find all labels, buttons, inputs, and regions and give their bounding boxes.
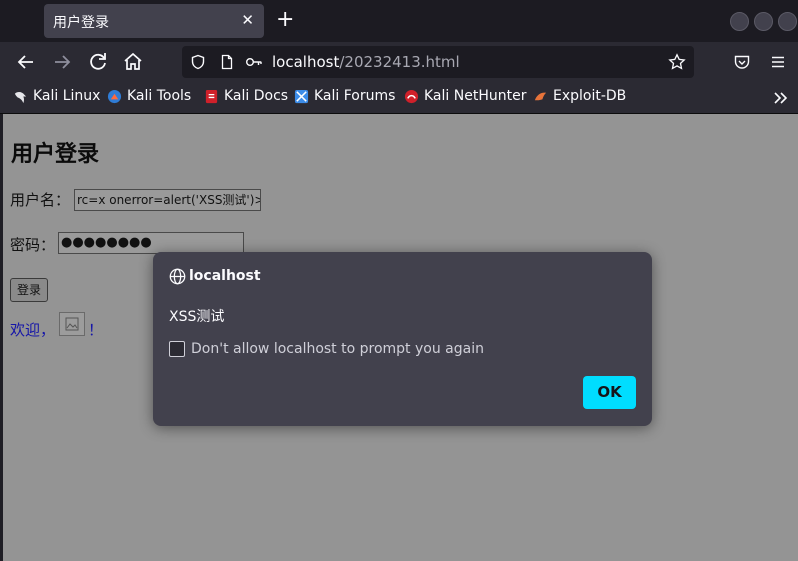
bookmark-label: Kali Docs	[224, 88, 289, 104]
url-bar[interactable]: localhost/20232413.html	[182, 46, 694, 78]
alert-dialog: localhost XSS测试 Don't allow localhost to…	[153, 252, 652, 426]
dialog-origin: localhost	[189, 268, 261, 284]
bookmark-label: Kali Tools	[127, 88, 192, 104]
chevron-double-right-icon[interactable]	[773, 91, 789, 105]
bookmark-kali-linux[interactable]: Kali Linux	[13, 88, 100, 104]
password-input[interactable]: ●●●●●●●●	[58, 232, 244, 254]
page-title: 用户登录	[11, 142, 100, 167]
forward-arrow-icon[interactable]	[50, 50, 74, 74]
dialog-message: XSS测试	[169, 309, 225, 325]
globe-icon	[169, 268, 186, 285]
login-button[interactable]: 登录	[10, 278, 48, 302]
url-host: localhost	[272, 53, 340, 71]
username-input[interactable]: rc=x onerror=alert('XSS测试')>	[74, 189, 261, 211]
kali-dragon-icon	[14, 91, 27, 103]
maximize-window-button[interactable]	[754, 12, 773, 31]
pocket-icon[interactable]	[733, 53, 751, 71]
bookmark-kali-docs[interactable]: Kali Docs	[204, 88, 288, 104]
close-tab-icon[interactable]: ✕	[241, 10, 254, 30]
new-tab-button[interactable]: +	[276, 8, 294, 32]
bookmark-label: Exploit-DB	[553, 88, 627, 104]
navigation-toolbar: localhost/20232413.html	[0, 42, 798, 82]
kali-forums-icon	[294, 89, 309, 103]
bookmark-label: Kali Linux	[33, 88, 101, 104]
kali-docs-icon	[205, 89, 218, 103]
exploit-db-icon	[534, 92, 547, 100]
prevent-prompts-checkbox[interactable]	[169, 341, 185, 357]
kali-tools-icon	[107, 89, 122, 103]
bookmark-label: Kali Forums	[314, 88, 396, 104]
broken-image-glyph-icon	[65, 317, 79, 331]
nethunter-icon	[404, 89, 419, 103]
tab-active[interactable]: 用户登录 ✕	[44, 4, 264, 38]
username-label: 用户名：	[10, 191, 71, 209]
shield-icon[interactable]	[190, 54, 206, 70]
bookmark-label: Kali NetHunter	[424, 88, 527, 104]
url-text: localhost/20232413.html	[272, 53, 460, 71]
hamburger-menu-icon[interactable]	[769, 53, 787, 71]
bookmark-kali-forums[interactable]: Kali Forums	[294, 88, 395, 104]
bookmarks-toolbar: Kali Linux Kali Tools Kali Docs Kali For…	[0, 82, 798, 114]
prevent-prompts-label[interactable]: Don't allow localhost to prompt you agai…	[191, 341, 484, 357]
ok-button[interactable]: OK	[583, 376, 636, 409]
back-arrow-icon[interactable]	[14, 50, 38, 74]
welcome-exclamation: ！	[88, 321, 104, 339]
bookmark-exploit-db[interactable]: Exploit-DB	[533, 88, 626, 104]
welcome-text: 欢迎，	[10, 321, 56, 339]
home-icon[interactable]	[121, 50, 145, 74]
password-label: 密码：	[10, 236, 56, 254]
bookmark-kali-tools[interactable]: Kali Tools	[107, 88, 191, 104]
bookmark-kali-nethunter[interactable]: Kali NetHunter	[404, 88, 526, 104]
reload-icon[interactable]	[86, 50, 110, 74]
bookmark-star-icon[interactable]	[668, 53, 686, 71]
broken-image-icon	[59, 312, 85, 336]
page-icon[interactable]	[219, 54, 235, 70]
url-path: /20232413.html	[339, 53, 460, 71]
tab-title: 用户登录	[53, 15, 109, 31]
minimize-window-button[interactable]	[730, 12, 749, 31]
close-window-button[interactable]	[778, 12, 797, 31]
key-icon[interactable]	[245, 54, 263, 70]
tab-strip: 用户登录 ✕ +	[0, 0, 798, 42]
